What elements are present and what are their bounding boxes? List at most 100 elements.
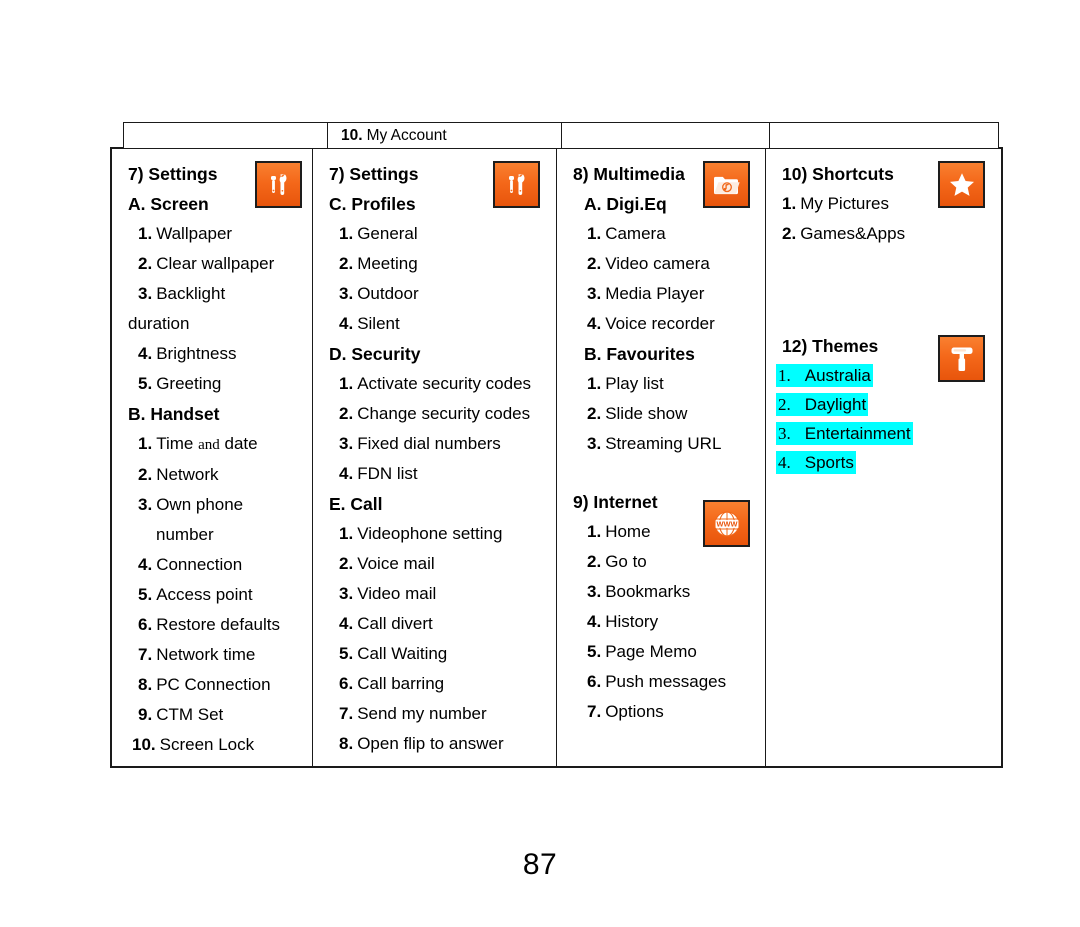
item-label: Page Memo [605,642,697,661]
theme-highlight: 4. Sports [776,451,856,474]
list-item[interactable]: 4. Voice recorder [557,309,765,339]
theme-list-item[interactable]: 4. Sports [766,448,1001,477]
list-item[interactable]: 1. Wallpaper [112,219,312,249]
list-item[interactable]: 3. Fixed dial numbers [313,429,556,459]
list-item[interactable]: 3. Bookmarks [557,577,765,607]
list-item[interactable]: 2. Clear wallpaper [112,249,312,279]
list-item[interactable]: 7. Options [557,697,765,727]
list-item[interactable]: 8. Open flip to answer [313,729,556,759]
item-label: CTM Set [156,705,224,724]
list-item[interactable]: 2. Change security codes [313,399,556,429]
item-label: Send my number [357,704,487,723]
item-number: 7. [587,702,602,721]
header-cell-2-label: My Account [366,126,447,144]
list-item[interactable]: 3. Video mail [313,579,556,609]
list-item[interactable]: 8. PC Connection [112,670,312,700]
item-number: 2. [778,395,791,414]
item-number: 3. [339,584,354,603]
list-item[interactable]: 1. Play list [557,369,765,399]
item-label: Voice mail [357,554,435,573]
section-heading-c-profiles: C. Profiles [329,194,416,214]
menu-column-shortcuts-themes: 10) Shortcuts 1. My Pictures 2. Games&Apps… [766,149,1001,766]
list-item[interactable]: 2. Video camera [557,249,765,279]
list-item[interactable]: 1. General [313,219,556,249]
item-label: Restore defaults [156,615,280,634]
list-item[interactable]: 4. Brightness [112,339,312,369]
item-label: Network [156,465,219,484]
list-item[interactable]: 2. Network [112,460,312,490]
item-number: 1. [339,224,354,243]
item-number: 2. [587,254,602,273]
list-item[interactable]: 10. Screen Lock [112,730,312,760]
list-item[interactable]: 5. Call Waiting [313,639,556,669]
item-label: Australia [804,366,871,385]
item-number: 1. [138,224,153,243]
list-item[interactable]: 5. Page Memo [557,637,765,667]
list-item[interactable]: 4. History [557,607,765,637]
item-label: Open flip to answer [357,734,504,753]
item-number: 6. [339,674,354,693]
list-item[interactable]: 6. Push messages [557,667,765,697]
item-number: 2. [138,465,153,484]
item-number: 4. [138,344,153,363]
list-item[interactable]: 7. Send my number [313,699,556,729]
item-number: 1. [587,224,602,243]
item-label: Call Waiting [357,644,448,663]
item-number: 3. [587,582,602,601]
list-item[interactable]: 7. Network time [112,640,312,670]
list-item[interactable]: 1. Time and date [112,429,312,460]
list-item[interactable]: 5. Greeting [112,369,312,399]
list-item[interactable]: 9. CTM Set [112,700,312,730]
list-item[interactable]: 3. Media Player [557,279,765,309]
list-item[interactable]: 4. FDN list [313,459,556,489]
list-item[interactable]: 1. Activate security codes [313,369,556,399]
list-item[interactable]: 2. Meeting [313,249,556,279]
item-label: Fixed dial numbers [357,434,501,453]
item-label: Video camera [605,254,710,273]
item-label-continuation: number [156,525,214,544]
list-item[interactable]: 2. Voice mail [313,549,556,579]
item-label-continuation: duration [128,314,190,333]
item-label: Outdoor [357,284,419,303]
column4-group1-title: 10) Shortcuts [782,164,894,184]
item-number: 1. [778,366,791,385]
item-number: 1. [339,524,354,543]
item-number: 7. [138,645,153,664]
list-item[interactable]: 6. Restore defaults [112,610,312,640]
manual-page: 10. My Account 7) Settings A. Screen 1. … [0,0,1080,927]
theme-highlight: 1. Australia [776,364,873,387]
list-item[interactable]: 3. Outdoor [313,279,556,309]
item-label: Video mail [357,584,437,603]
list-item[interactable]: 5. Access point [112,580,312,610]
list-item[interactable]: 1. Home [557,517,765,547]
column4-group2-title: 12) Themes [782,336,879,356]
list-item[interactable]: 3. Streaming URL [557,429,765,459]
list-item[interactable]: 2. Go to [557,547,765,577]
list-item[interactable]: 2. Games&Apps [766,219,1001,249]
item-label: Activate security codes [357,374,532,393]
list-item[interactable]: 6. Call barring [313,669,556,699]
item-number: 2. [339,554,354,573]
section-heading-b-favourites: B. Favourites [584,344,695,364]
item-label: Play list [605,374,664,393]
item-label: Access point [156,585,253,604]
list-item[interactable]: 4. Call divert [313,609,556,639]
theme-list-item[interactable]: 2. Daylight [766,390,1001,419]
list-item[interactable]: 2. Slide show [557,399,765,429]
section-heading-e-call: E. Call [329,494,383,514]
header-cell-3 [562,123,770,148]
section-heading-a-digieq: A. Digi.Eq [584,194,667,214]
list-item[interactable]: 3. Backlight [112,279,312,309]
item-number: 1. [587,374,602,393]
item-label: History [605,612,659,631]
list-item[interactable]: 4. Connection [112,550,312,580]
list-item[interactable]: 1. Videophone setting [313,519,556,549]
list-item[interactable]: 4. Silent [313,309,556,339]
item-label: Videophone setting [357,524,503,543]
theme-list-item[interactable]: 3. Entertainment [766,419,1001,448]
list-item[interactable]: 3. Own phone [112,490,312,520]
list-item[interactable]: 1. My Pictures [766,189,1001,219]
item-label: Connection [156,555,243,574]
list-item[interactable]: 1. Camera [557,219,765,249]
item-label: Push messages [605,672,727,691]
